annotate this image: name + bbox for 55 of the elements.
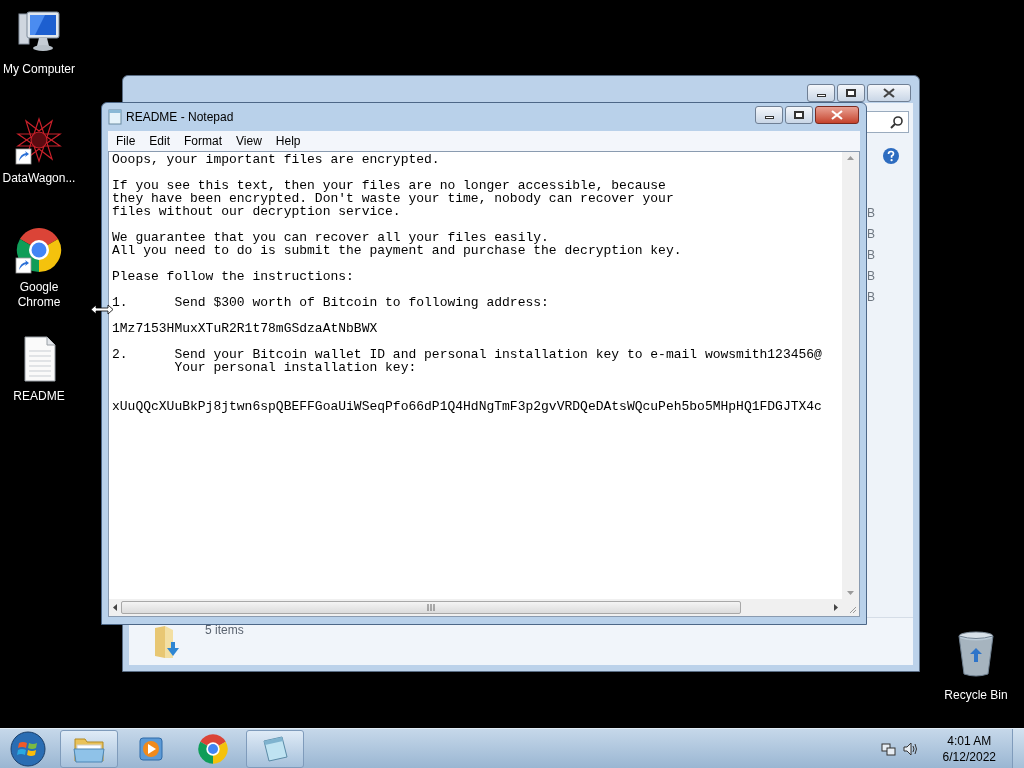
notepad-icon [108, 109, 122, 125]
network-icon[interactable] [880, 740, 897, 757]
status-text: 5 items [205, 623, 244, 637]
menu-item[interactable]: Format [177, 132, 230, 150]
chrome-icon [197, 732, 229, 765]
desktop-icon-label[interactable]: Google Chrome [1, 280, 77, 310]
desktop-icon-label[interactable]: README [1, 389, 77, 404]
recycle-bin-icon [956, 630, 996, 678]
menu-item[interactable]: File [109, 132, 143, 150]
scrollbar-thumb[interactable] [121, 601, 741, 614]
grip-icon [427, 604, 435, 611]
note-paragraph: 1Mz7153HMuxXTuR2R1t78mGSdzaAtNbBWX [112, 322, 378, 335]
note-paragraph: 1. Send $300 worth of Bitcoin to following address: [112, 296, 549, 309]
minimize-icon [764, 116, 774, 119]
scroll-right-icon[interactable] [834, 604, 838, 611]
note-paragraph: 2. Send your Bitcoin wallet ID and personal installation key to e-mail wowsmith123456@ Your personal installation key: [112, 348, 822, 374]
maximize-button[interactable] [837, 84, 865, 102]
search-icon [890, 115, 904, 129]
maximize-icon [794, 111, 804, 119]
note-paragraph: We guarantee that you can recover all your files easily. All you need to do is submit the payment and purchase the decryption key. [112, 231, 682, 257]
file-size-cell-text: B [867, 205, 875, 222]
desktop-icon-label[interactable]: My Computer [1, 62, 77, 77]
clock-time[interactable]: 4:01 AM [947, 732, 992, 749]
help-icon[interactable] [882, 147, 900, 165]
size-grip-icon [849, 606, 857, 614]
close-button[interactable] [815, 106, 859, 124]
note-paragraph: xUuQQcXUuBkPj8jtwn6spQBEFFGoaUiWSeqPfo66dP1Q4HdNgTmF3p2gvVRDQeDAtsWQcuPeh5bo5MHpHQ1FDGJTX4c [112, 400, 822, 413]
minimize-button[interactable] [807, 84, 835, 102]
speaker-icon[interactable] [902, 740, 919, 757]
note-paragraph: Please follow the instructions: [112, 270, 354, 283]
close-icon [883, 88, 895, 98]
file-size-cell-text: B [867, 268, 875, 285]
close-button[interactable] [867, 84, 911, 102]
maximize-button[interactable] [785, 106, 813, 124]
close-icon [831, 110, 843, 120]
menu-item[interactable]: View [229, 132, 269, 150]
file-size-cell-text: B [867, 226, 875, 243]
notepad-icon [260, 734, 290, 763]
minimize-button[interactable] [755, 106, 783, 124]
clock-date[interactable]: 6/12/2022 [942, 748, 996, 765]
menu-item[interactable]: Help [268, 132, 308, 150]
window-title: README - Notepad [126, 109, 234, 126]
desktop-icon-label[interactable]: Recycle Bin [944, 688, 1008, 703]
note-paragraph: If you see this text, then your files are no longer accessible, because they have been encrypted. Don't waste your time, nobody can recover your files without our decryption service. [112, 179, 674, 218]
scroll-left-icon[interactable] [113, 604, 117, 611]
file-size-cell-text: B [867, 247, 875, 264]
maximize-icon [846, 89, 856, 97]
menu-item[interactable]: Edit [142, 132, 178, 150]
minimize-icon [816, 94, 826, 97]
note-paragraph: Ooops, your important files are encrypted. [112, 153, 440, 166]
media-player-icon [138, 735, 164, 762]
windows-logo-icon [10, 730, 46, 767]
file-size-cell-text: B [867, 289, 875, 306]
desktop-icon-label[interactable]: DataWagon... [1, 171, 77, 186]
horizontal-scrollbar[interactable] [109, 599, 842, 616]
